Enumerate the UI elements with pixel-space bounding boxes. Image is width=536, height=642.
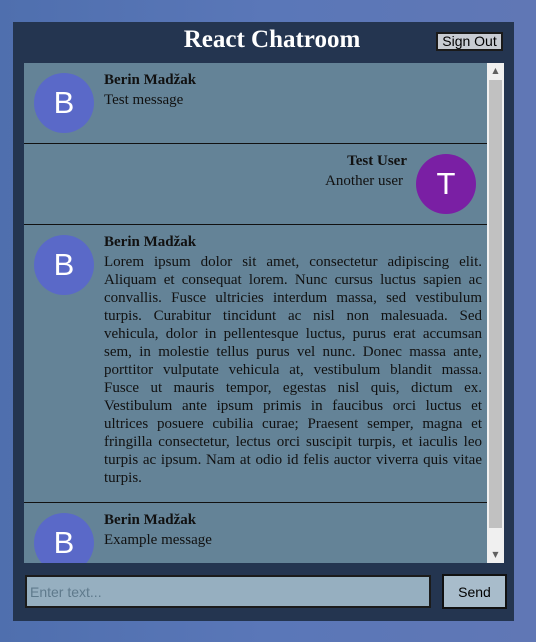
header: React Chatroom Sign Out (13, 22, 514, 62)
scrollbar[interactable]: ▲ ▼ (487, 63, 504, 563)
avatar: B (34, 73, 94, 133)
sign-out-button[interactable]: Sign Out (436, 32, 503, 51)
message-author: Berin Madžak (104, 234, 197, 250)
message-text: Another user (325, 173, 403, 189)
message-author: Berin Madžak (104, 512, 197, 528)
message-text: Test message (104, 92, 184, 108)
message-item: Test User Another user T (24, 144, 487, 225)
send-button[interactable]: Send (442, 574, 507, 609)
message-author: Test User (347, 153, 407, 169)
avatar: B (34, 513, 94, 563)
scrollbar-thumb[interactable] (489, 80, 502, 528)
avatar: B (34, 235, 94, 295)
message-text: Example message (104, 532, 212, 548)
message-item: B Berin Madžak Test message (24, 63, 487, 144)
message-list[interactable]: B Berin Madžak Test message Test User An… (24, 63, 504, 563)
message-item: B Berin Madžak Lorem ipsum dolor sit ame… (24, 225, 487, 503)
triangle-down-icon[interactable]: ▼ (487, 547, 504, 563)
message-item: B Berin Madžak Example message (24, 503, 487, 563)
triangle-up-icon[interactable]: ▲ (487, 63, 504, 79)
message-text: Lorem ipsum dolor sit amet, consectetur … (104, 254, 482, 486)
message-input[interactable] (25, 575, 431, 608)
avatar: T (416, 154, 476, 214)
chatroom-panel: React Chatroom Sign Out B Berin Madžak T… (13, 22, 514, 621)
message-author: Berin Madžak (104, 72, 197, 88)
